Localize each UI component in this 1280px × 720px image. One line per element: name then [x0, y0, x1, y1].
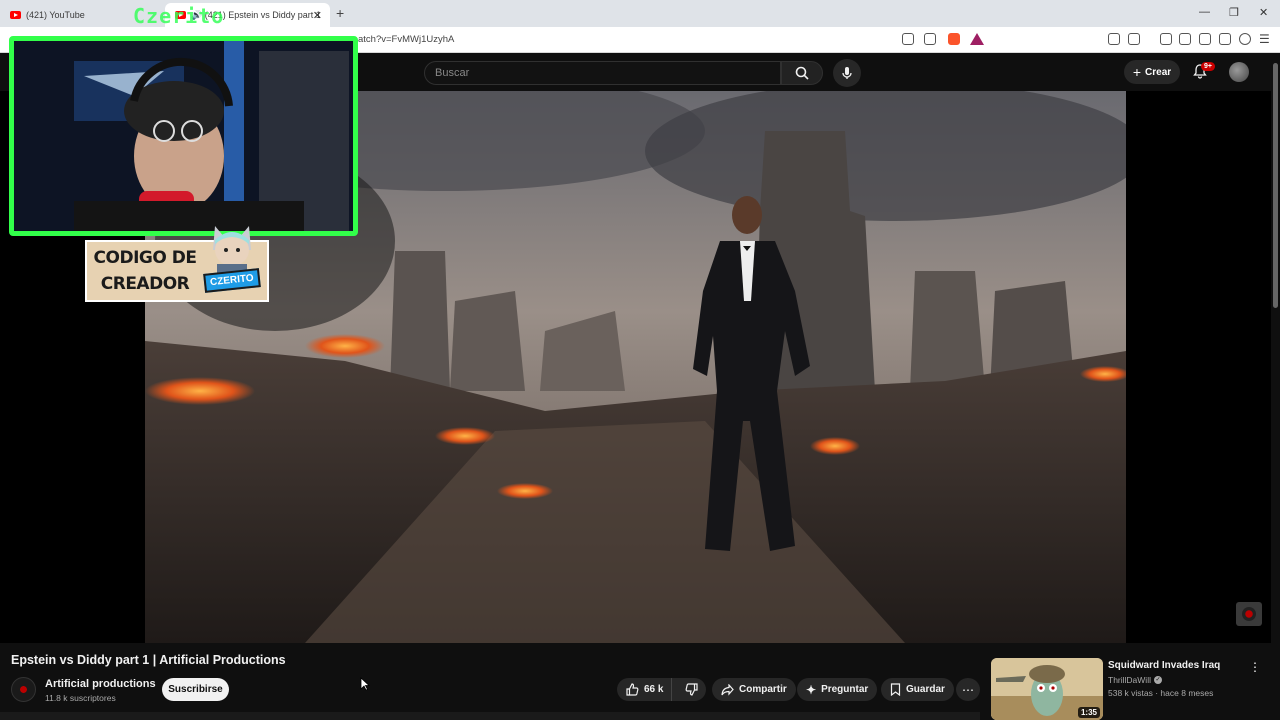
share-icon[interactable]	[924, 33, 936, 45]
recommended-video-menu-icon[interactable]: ⋮	[1249, 660, 1261, 674]
search-button[interactable]	[781, 61, 823, 85]
creator-code-text: CODIGO DE CREADOR	[93, 248, 197, 294]
account-avatar[interactable]	[1229, 62, 1249, 82]
channel-name[interactable]: Artificial productions	[45, 678, 156, 690]
restore-window-icon[interactable]: ❐	[1229, 6, 1239, 19]
more-horizontal-icon: ⋯	[962, 682, 974, 697]
wallet-icon[interactable]	[1199, 33, 1211, 45]
webcam-overlay	[9, 36, 358, 236]
voice-search-button[interactable]	[833, 59, 861, 87]
mascot-icon	[213, 226, 251, 276]
player-letterbox-right	[1126, 91, 1271, 643]
like-dislike-group: 66 k	[617, 678, 706, 701]
reader-icon[interactable]	[1128, 33, 1140, 45]
ask-button[interactable]: ✦ Preguntar	[797, 678, 878, 701]
share-label: Compartir	[739, 684, 787, 695]
vpn-icon[interactable]	[1239, 33, 1251, 45]
more-actions-button[interactable]: ⋯	[956, 678, 980, 701]
like-count: 66 k	[644, 684, 664, 695]
save-label: Guardar	[906, 684, 945, 695]
screen: (421) YouTube 🔊 (421) Epstein vs Diddy p…	[0, 0, 1280, 720]
thumbs-up-icon	[626, 683, 639, 696]
brave-rewards-icon[interactable]	[970, 33, 984, 45]
video-duration: 1:35	[1077, 707, 1100, 718]
plus-icon: +	[1132, 64, 1142, 80]
channel-watermark-icon	[1242, 607, 1256, 621]
menu-icon[interactable]: ☰	[1259, 32, 1270, 46]
save-button[interactable]: Guardar	[881, 678, 954, 701]
bookmark-icon	[890, 683, 901, 696]
search-input[interactable]: Buscar	[424, 61, 781, 85]
search-placeholder: Buscar	[435, 67, 470, 79]
create-button[interactable]: + Crear	[1124, 60, 1180, 84]
create-label: Crear	[1145, 66, 1172, 78]
mouse-cursor-icon	[360, 677, 370, 691]
share-button[interactable]: Compartir	[712, 678, 796, 701]
search-icon	[795, 66, 809, 80]
microphone-icon	[842, 67, 852, 79]
youtube-favicon-icon	[10, 11, 21, 19]
scrollbar-thumb[interactable]	[1273, 63, 1278, 308]
leo-ai-icon[interactable]	[1219, 33, 1231, 45]
share-arrow-icon	[721, 683, 734, 696]
thumbs-down-icon	[685, 683, 698, 696]
music-icon[interactable]	[1160, 33, 1172, 45]
notification-count-badge: 9+	[1201, 62, 1215, 71]
description-box-edge	[0, 712, 980, 720]
channel-watermark[interactable]	[1236, 602, 1262, 626]
sidebar-icon[interactable]	[1179, 33, 1191, 45]
recommended-video-thumbnail[interactable]: 1:35	[991, 658, 1103, 720]
subscriber-count: 11.8 k suscriptores	[45, 693, 116, 703]
ask-label: Preguntar	[821, 684, 869, 695]
recommended-channel-name: ThrillDaWill	[1108, 675, 1151, 685]
close-window-icon[interactable]: ✕	[1259, 6, 1268, 19]
recommended-video-title[interactable]: Squidward Invades Iraq	[1108, 660, 1220, 671]
page-scrollbar[interactable]	[1271, 53, 1280, 720]
cast-icon[interactable]	[902, 33, 914, 45]
creator-code-card: CODIGO DE CREADOR CZERITO	[85, 226, 269, 302]
streamer-name-label: Czerito	[133, 4, 225, 28]
recommended-channel[interactable]: ThrillDaWill ✓	[1108, 675, 1162, 685]
url-field[interactable]: atch?v=FvMWj1UzyhA	[358, 34, 454, 45]
recommended-video-meta: 538 k vistas · hace 8 meses	[1108, 688, 1214, 698]
close-tab-icon[interactable]: ✕	[313, 9, 322, 22]
webcam-feed	[14, 41, 353, 231]
tab-label: (421) YouTube	[26, 10, 85, 20]
subscribe-button[interactable]: Suscribirse	[162, 678, 229, 701]
extensions-icon[interactable]	[1108, 33, 1120, 45]
verified-check-icon: ✓	[1153, 676, 1162, 684]
minimize-window-icon[interactable]: —	[1199, 6, 1210, 18]
like-button[interactable]: 66 k	[617, 678, 672, 701]
video-title: Epstein vs Diddy part 1 | Artificial Pro…	[11, 653, 286, 667]
brave-shield-icon[interactable]	[948, 33, 960, 45]
sparkle-icon: ✦	[806, 682, 817, 697]
dislike-button[interactable]	[677, 683, 706, 696]
new-tab-button[interactable]: +	[336, 5, 344, 21]
channel-avatar[interactable]	[11, 677, 36, 702]
